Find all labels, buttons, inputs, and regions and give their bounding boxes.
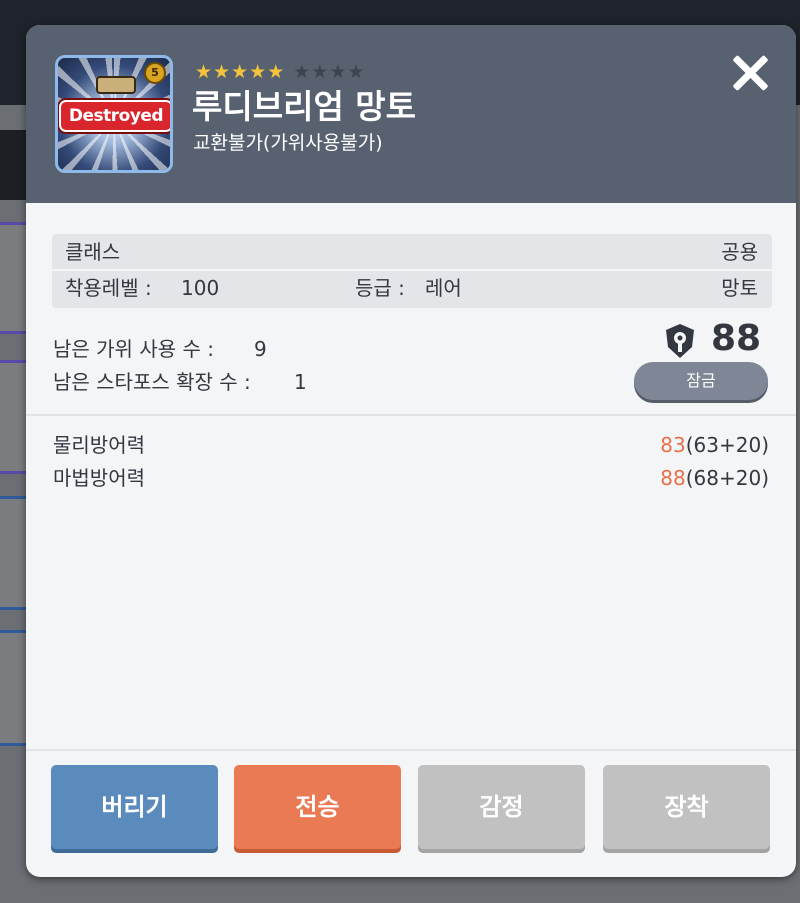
item-icon: 5 Destroyed [55, 55, 173, 173]
stat-label-magic-defense: 마법방어력 [53, 466, 145, 490]
background-tile [0, 222, 29, 334]
scissors-value: 9 [254, 337, 267, 361]
item-type-value: 망토 [721, 276, 758, 300]
star-empty-icon: ★ [293, 61, 311, 83]
star-empty-icon: ★ [311, 61, 329, 83]
star-filled-icon: ★ [231, 61, 249, 83]
destroyed-overlay: Destroyed [59, 100, 170, 132]
starforce-value: 1 [294, 370, 307, 394]
background-tile [0, 630, 29, 746]
close-button[interactable] [726, 49, 774, 97]
background-tile [0, 360, 29, 474]
star-empty-icon: ★ [329, 61, 347, 83]
transfer-button[interactable]: 전승 [234, 765, 401, 849]
level-badge: 5 [144, 62, 166, 84]
star-filled-icon: ★ [213, 61, 231, 83]
power-score: 88 [711, 318, 762, 359]
info-divider [52, 269, 772, 271]
star-filled-icon: ★ [249, 61, 267, 83]
item-name: 루디브리엄 망토 [192, 87, 417, 126]
level-value: 100 [181, 276, 220, 300]
item-detail-modal: 5 Destroyed ★ ★ ★ ★ ★ ★ ★ ★ ★ 루디브리엄 망토 교… [26, 25, 796, 877]
section-divider [26, 414, 796, 416]
equip-button[interactable]: 장착 [603, 765, 770, 849]
appraise-button[interactable]: 감정 [418, 765, 585, 849]
footer-divider [26, 749, 796, 751]
lock-button[interactable]: 잠금 [634, 362, 768, 400]
stat-value-magic-defense: 88(68+20) [660, 464, 769, 492]
stat-detail: (68+20) [685, 466, 769, 490]
background-tile [0, 496, 29, 610]
star-rating: ★ ★ ★ ★ ★ ★ ★ ★ ★ [195, 61, 364, 83]
stat-total: 88 [660, 466, 686, 490]
star-empty-icon: ★ [347, 61, 365, 83]
class-value: 공용 [721, 240, 758, 264]
star-filled-icon: ★ [267, 61, 285, 83]
starforce-label: 남은 스타포스 확장 수 : [53, 370, 251, 394]
discard-button[interactable]: 버리기 [51, 765, 218, 849]
cloak-icon [96, 76, 136, 94]
stat-total: 83 [660, 433, 686, 457]
shield-icon [666, 324, 694, 358]
stat-label-physical-defense: 물리방어력 [53, 433, 145, 457]
star-filled-icon: ★ [195, 61, 213, 83]
stat-detail: (63+20) [685, 433, 769, 457]
grade-label: 등급 : [355, 276, 405, 300]
level-label: 착용레벨 : [65, 276, 152, 300]
scissors-label: 남은 가위 사용 수 : [53, 337, 214, 361]
modal-header: 5 Destroyed ★ ★ ★ ★ ★ ★ ★ ★ ★ 루디브리엄 망토 교… [26, 25, 796, 203]
class-label: 클래스 [65, 240, 121, 264]
item-info-box: 클래스 공용 착용레벨 : 100 등급 : 레어 망토 [52, 234, 772, 308]
grade-value: 레어 [425, 276, 462, 300]
stat-value-physical-defense: 83(63+20) [660, 431, 769, 459]
trade-status: 교환불가(가위사용불가) [193, 132, 383, 154]
